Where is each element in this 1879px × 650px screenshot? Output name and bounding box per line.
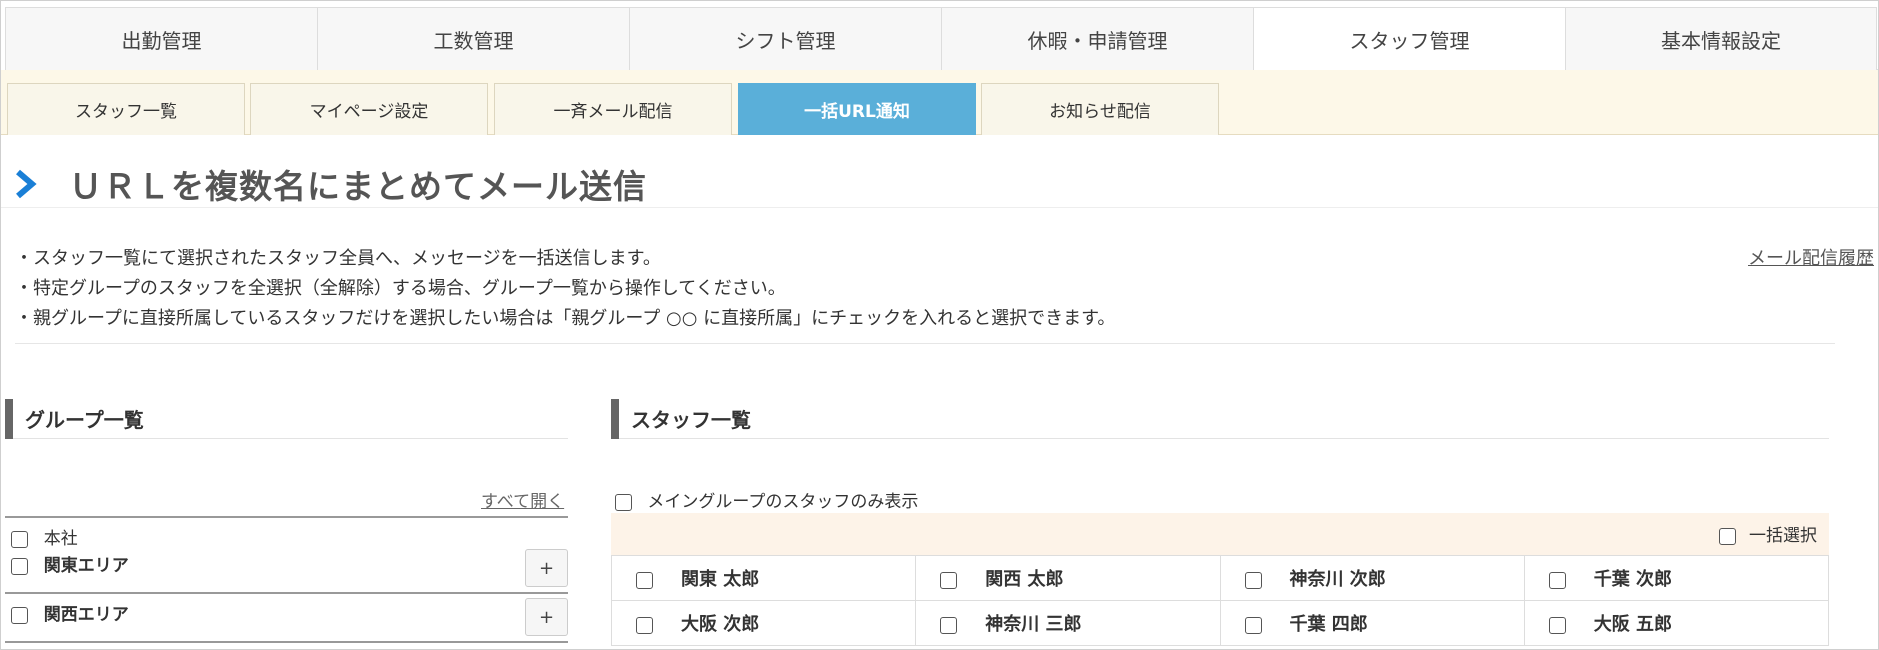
group-label: 本社 [43, 529, 78, 549]
staff-checkbox[interactable] [636, 616, 653, 634]
tab-man-hours[interactable]: 工数管理 [317, 7, 629, 70]
group-row: 関東エリア [5, 551, 568, 576]
section-bar [5, 398, 13, 439]
tab-basic-settings[interactable]: 基本情報設定 [1565, 7, 1877, 70]
divider [5, 641, 568, 643]
section-bar [611, 398, 619, 439]
staff-cell: 千葉 四郎 [1219, 600, 1525, 646]
staff-name: 神奈川 三郎 [985, 614, 1082, 635]
staff-checkbox[interactable] [1244, 616, 1262, 634]
staff-list-header: スタッフ一覧 [611, 398, 1829, 439]
group-row: 関西エリア [5, 600, 568, 625]
instruction-line: ・特定グループのスタッフを全選択（全解除）する場合、グループ一覧から操作してくだ… [15, 278, 786, 299]
bulk-select-option: 一括選択 [1718, 521, 1817, 546]
staff-cell: 千葉 次郎 [1523, 555, 1830, 601]
group-label: 関東エリア [43, 556, 129, 576]
bulk-select-label: 一括選択 [1749, 526, 1817, 546]
expand-group-button[interactable]: + [525, 549, 568, 587]
main-tabs: 出勤管理 工数管理 シフト管理 休暇・申請管理 スタッフ管理 基本情報設定 [5, 7, 1878, 70]
group-label: 関西エリア [43, 605, 129, 625]
divider [15, 343, 1835, 344]
subtab-bulk-mail[interactable]: 一斉メール配信 [494, 83, 732, 135]
staff-cell: 神奈川 三郎 [915, 600, 1221, 646]
staff-checkbox[interactable] [636, 571, 653, 589]
staff-name: 関東 太郎 [681, 569, 760, 590]
instruction-line: ・スタッフ一覧にて選択されたスタッフ全員へ、メッセージを一括送信します。 [15, 248, 661, 269]
group-checkbox[interactable] [11, 530, 28, 548]
staff-name: 大阪 次郎 [681, 614, 760, 635]
staff-name: 千葉 四郎 [1289, 614, 1368, 635]
subtab-bulk-url-notice[interactable]: 一括URL通知 [738, 83, 976, 135]
divider [5, 516, 568, 518]
staff-name: 大阪 五郎 [1593, 614, 1673, 635]
subtab-notice-delivery[interactable]: お知らせ配信 [981, 83, 1219, 135]
tab-shift[interactable]: シフト管理 [629, 7, 941, 70]
expand-group-button[interactable]: + [525, 598, 568, 636]
divider [5, 592, 568, 594]
staff-checkbox[interactable] [1548, 616, 1566, 634]
group-checkbox[interactable] [11, 606, 28, 624]
subtab-mypage-settings[interactable]: マイページ設定 [250, 83, 488, 135]
subtab-staff-list[interactable]: スタッフ一覧 [7, 83, 245, 135]
table-row: 大阪 次郎 神奈川 三郎 千葉 四郎 大阪 五郎 [610, 600, 1830, 646]
tab-staff-management[interactable]: スタッフ管理 [1253, 7, 1565, 70]
group-list-title: グループ一覧 [25, 408, 144, 432]
staff-name: 千葉 次郎 [1593, 569, 1673, 590]
staff-checkbox[interactable] [940, 571, 958, 589]
bulk-select-checkbox[interactable] [1718, 527, 1736, 545]
staff-cell: 大阪 五郎 [1523, 600, 1830, 646]
chevron-right-icon [16, 169, 37, 199]
staff-checkbox[interactable] [1548, 571, 1566, 589]
group-row-root: 本社 [5, 524, 568, 549]
staff-cell: 大阪 次郎 [610, 600, 917, 646]
bulk-select-bar: 一括選択 [611, 513, 1829, 555]
page-title: ＵＲＬを複数名にまとめてメール送信 [69, 167, 647, 206]
staff-cell: 神奈川 次郎 [1219, 555, 1525, 601]
table-row: 関東 太郎 関西 太郎 神奈川 次郎 千葉 次郎 [610, 555, 1830, 601]
tab-attendance[interactable]: 出勤管理 [5, 7, 317, 70]
staff-cell: 関西 太郎 [915, 555, 1221, 601]
mail-history-link[interactable]: メール配信履歴 [1748, 244, 1874, 270]
staff-table: 関東 太郎 関西 太郎 神奈川 次郎 千葉 次郎 大阪 次郎 神奈川 三郎 千葉… [610, 555, 1830, 646]
instruction-line: ・親グループに直接所属しているスタッフだけを選択したい場合は「親グループ ○○ … [15, 308, 1116, 329]
staff-checkbox[interactable] [940, 616, 958, 634]
group-list-header: グループ一覧 [5, 398, 568, 439]
sub-tabs: スタッフ一覧 マイページ設定 一斉メール配信 一括URL通知 お知らせ配信 [1, 70, 1878, 135]
open-all-link[interactable]: すべて開く [481, 487, 564, 512]
divider [1, 207, 1878, 208]
staff-list-title: スタッフ一覧 [631, 408, 751, 432]
group-checkbox[interactable] [11, 557, 28, 575]
instructions: ・スタッフ一覧にて選択されたスタッフ全員へ、メッセージを一括送信します。 ・特定… [15, 244, 1115, 334]
page-heading: ＵＲＬを複数名にまとめてメール送信 [13, 159, 647, 209]
tab-leave-requests[interactable]: 休暇・申請管理 [941, 7, 1253, 70]
staff-cell: 関東 太郎 [610, 555, 917, 601]
page-frame: 出勤管理 工数管理 シフト管理 休暇・申請管理 スタッフ管理 基本情報設定 スタ… [0, 0, 1879, 650]
staff-checkbox[interactable] [1244, 571, 1262, 589]
main-group-only-option: メイングループのスタッフのみ表示 [615, 487, 918, 512]
staff-name: 神奈川 次郎 [1289, 569, 1386, 590]
staff-name: 関西 太郎 [985, 569, 1064, 590]
main-group-only-checkbox[interactable] [615, 493, 632, 511]
main-group-only-label: メイングループのスタッフのみ表示 [647, 492, 919, 512]
